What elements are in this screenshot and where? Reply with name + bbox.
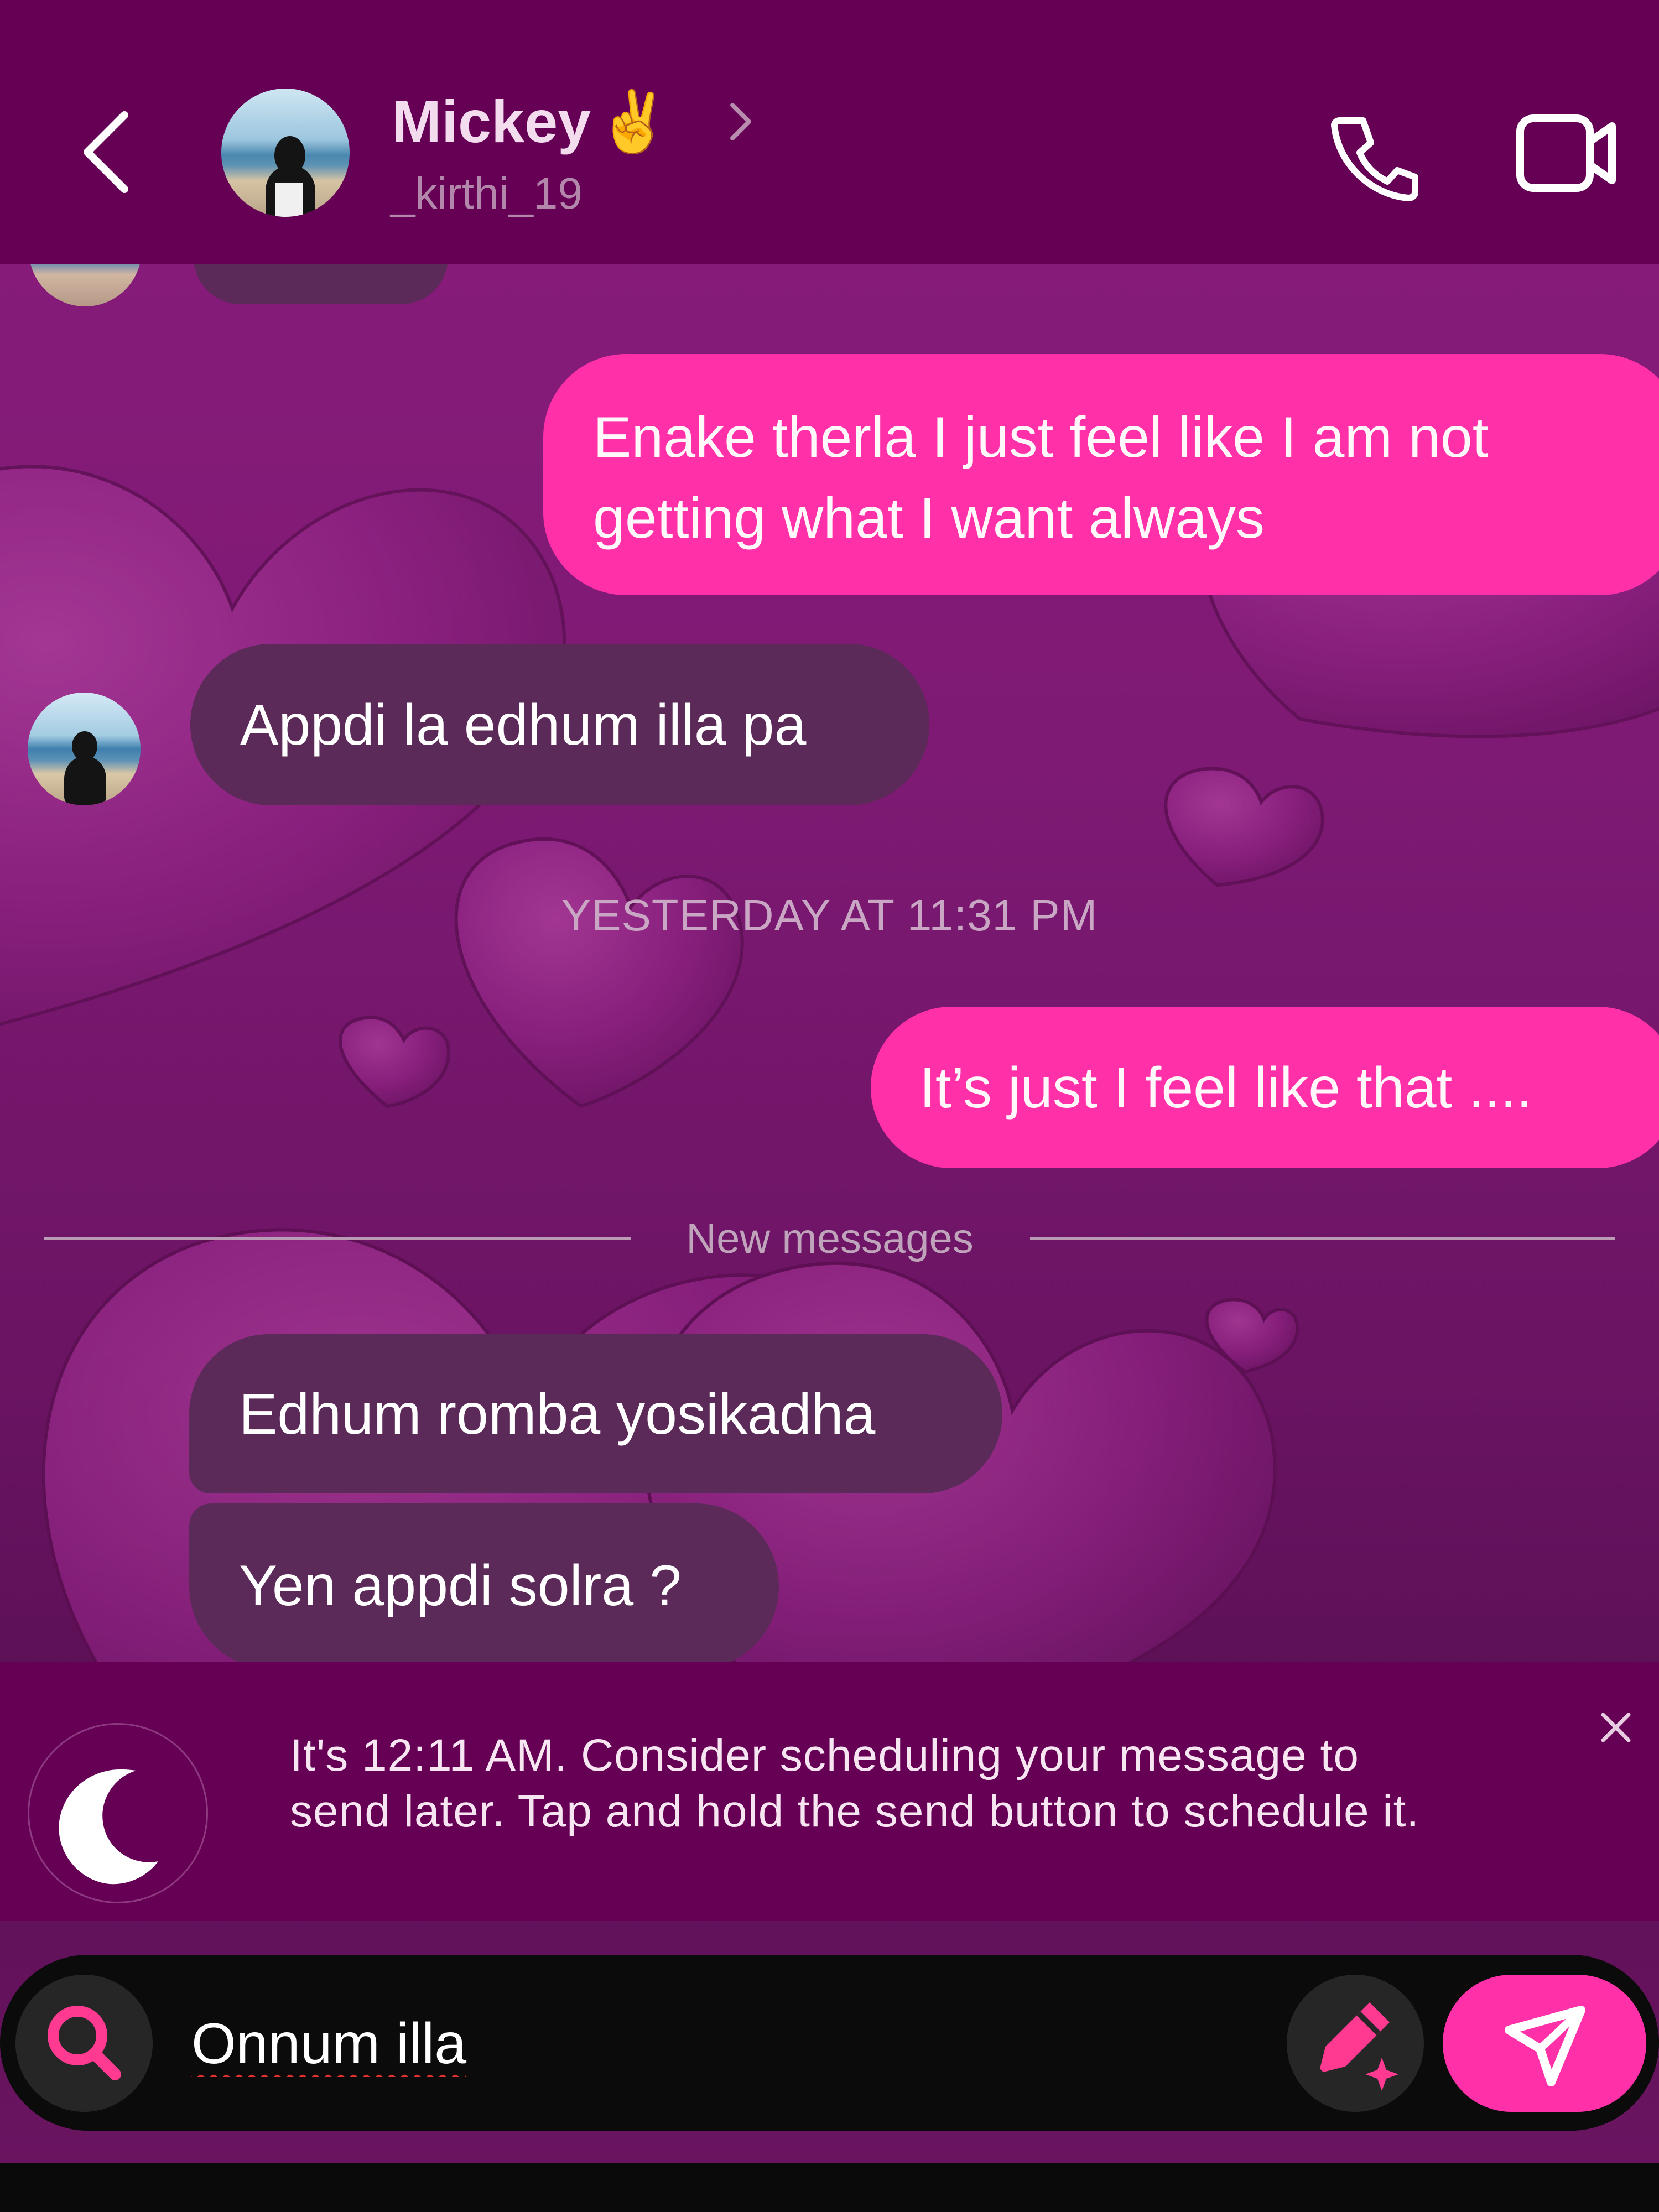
schedule-button[interactable] <box>28 1723 208 1903</box>
audio-call-button[interactable] <box>1325 108 1422 202</box>
sticker-button[interactable] <box>1287 1975 1424 2112</box>
chevron-right-icon <box>730 103 751 140</box>
message-composer <box>0 1955 1659 2131</box>
outgoing-message[interactable]: It’s just I feel like that .... <box>871 1007 1659 1168</box>
contact-name-text: Mickey <box>392 88 591 155</box>
chat-header: Mickey✌️ _kirthi_19 <box>0 0 1659 264</box>
message-text-line: Enake therla I just feel like I am not <box>593 405 1489 470</box>
incoming-message[interactable]: Edhum romba yosikadha <box>189 1334 1002 1493</box>
message-text: Appdi la edhum illa pa <box>240 693 807 757</box>
contact-name[interactable]: Mickey✌️ <box>392 83 671 160</box>
notice-line: It's 12:11 AM. Consider scheduling your … <box>290 1730 1359 1781</box>
message-input[interactable] <box>190 1994 1244 2094</box>
divider-line-right <box>1030 1237 1615 1240</box>
schedule-suggestion-banner: It's 12:11 AM. Consider scheduling your … <box>0 1662 1659 1921</box>
phone-icon <box>1331 117 1418 201</box>
video-camera-icon <box>1516 114 1616 192</box>
outgoing-message[interactable]: Enake therla I just feel like I am not g… <box>543 354 1659 595</box>
divider-line-left <box>44 1237 631 1240</box>
chevron-left-icon <box>84 111 128 193</box>
bottom-safe-area <box>0 2163 1659 2212</box>
contact-handle: _kirthi_19 <box>391 169 583 218</box>
dismiss-banner-button[interactable] <box>1599 1710 1633 1745</box>
contact-avatar-small[interactable] <box>28 693 141 805</box>
message-text: It’s just I feel like that .... <box>919 1056 1532 1120</box>
victory-hand-emoji: ✌️ <box>596 88 671 155</box>
incoming-message[interactable]: Yen appdi solra ? <box>189 1503 779 1669</box>
back-button[interactable] <box>72 105 144 199</box>
pencil-sparkle-icon <box>1320 2002 1398 2091</box>
send-button[interactable] <box>1443 1975 1646 2112</box>
search-icon <box>48 2006 121 2080</box>
close-icon <box>1601 1713 1631 1742</box>
profile-chevron[interactable] <box>725 100 758 144</box>
message-text: Yen appdi solra ? <box>239 1554 682 1618</box>
contact-avatar[interactable] <box>221 89 350 217</box>
moon-icon <box>59 1769 158 1885</box>
message-text: Edhum romba yosikadha <box>239 1382 876 1446</box>
message-text-line: getting what I want always <box>593 486 1265 550</box>
video-call-button[interactable] <box>1516 114 1618 192</box>
new-messages-divider: New messages <box>686 1215 974 1262</box>
schedule-suggestion-text: It's 12:11 AM. Consider scheduling your … <box>290 1727 1562 1839</box>
search-button[interactable] <box>15 1975 153 2112</box>
message-timestamp: YESTERDAY AT 11:31 PM <box>561 891 1098 940</box>
incoming-message[interactable]: Appdi la edhum illa pa <box>190 644 929 805</box>
send-icon <box>1505 2006 1585 2086</box>
notice-line: send later. Tap and hold the send button… <box>290 1786 1420 1836</box>
